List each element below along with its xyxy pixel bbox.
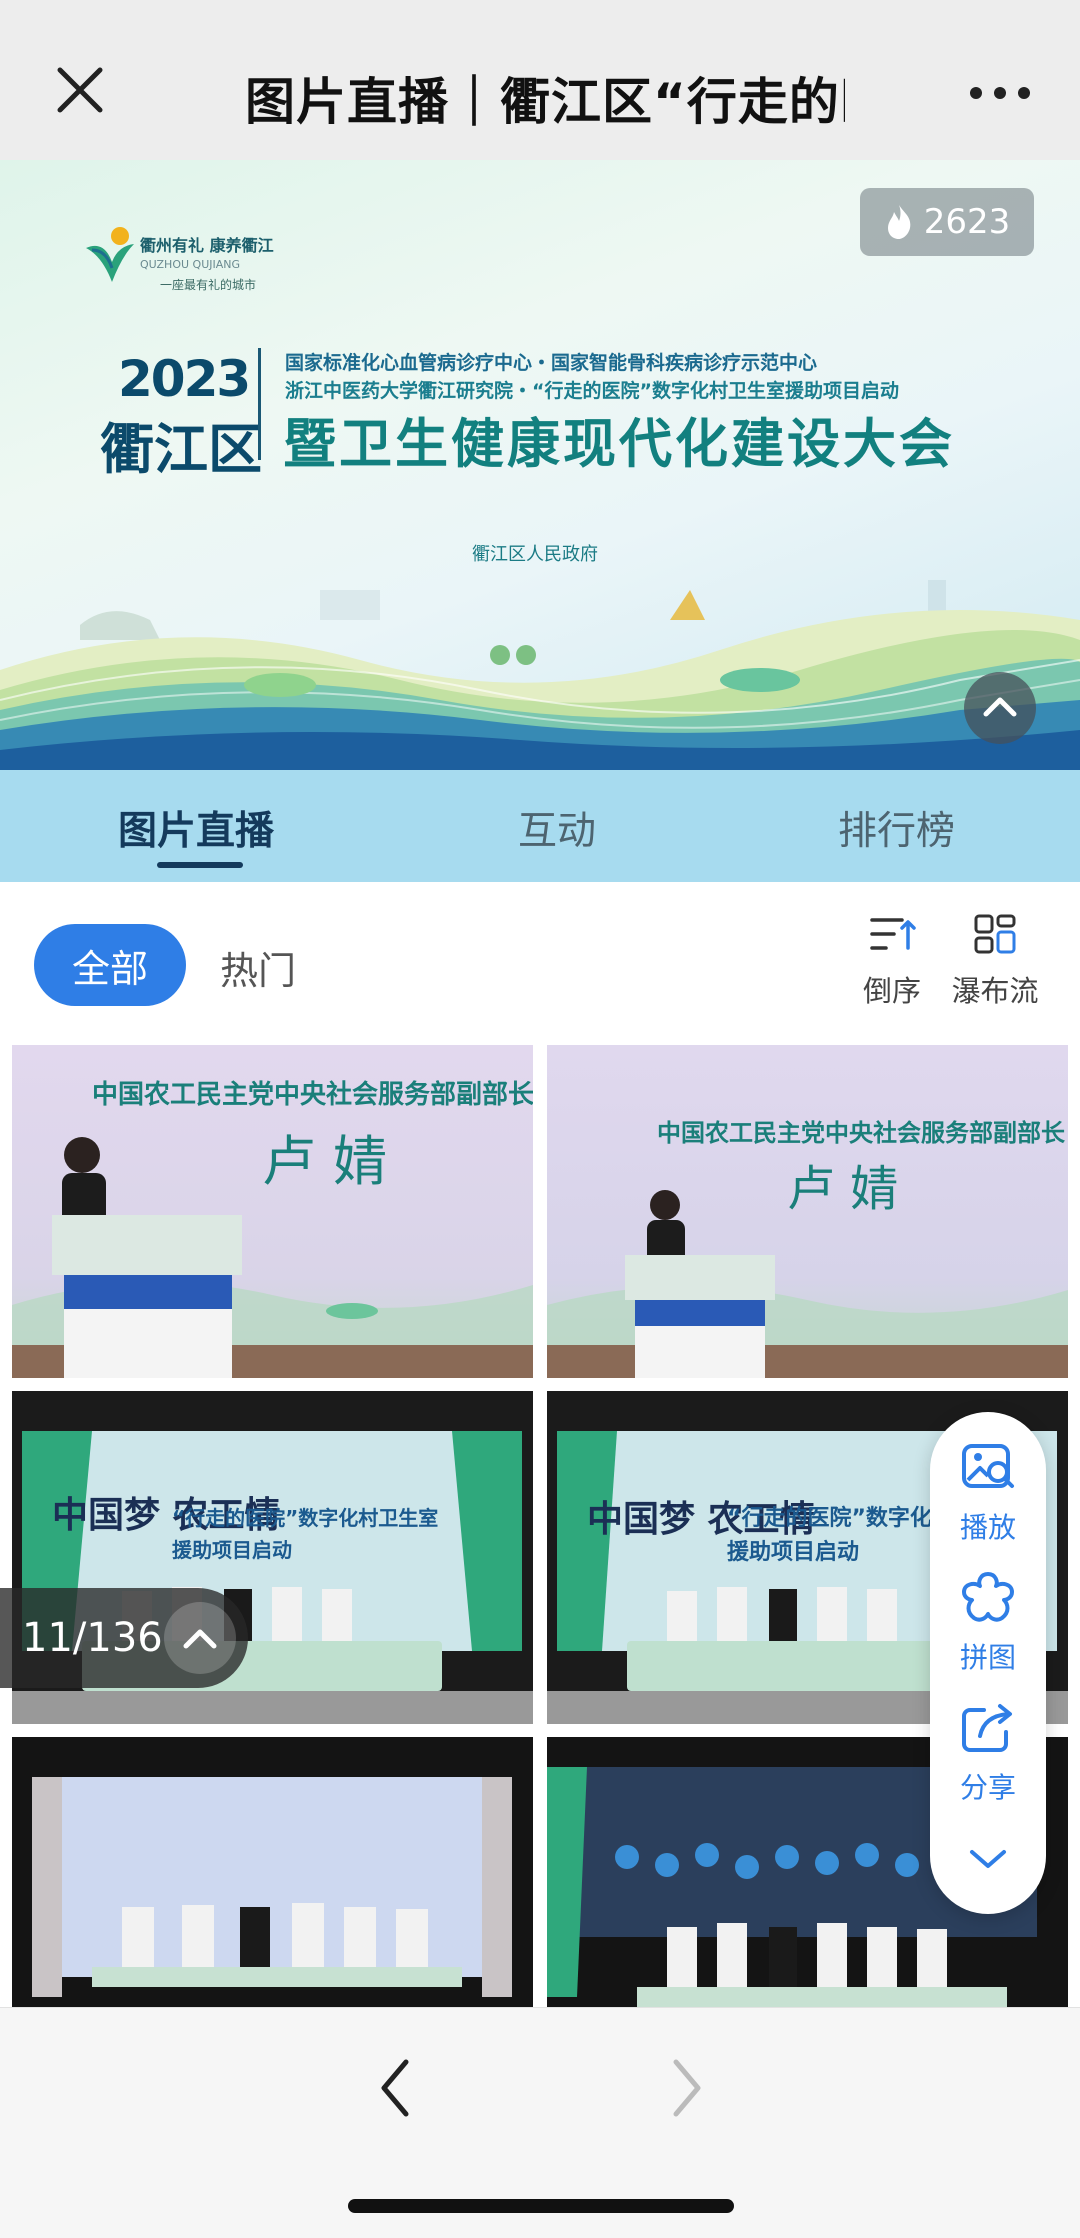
photo-grid: 中国农工民主党中央社会服务部副部长 卢 婧 中国农工民主党中央社会服务部副部长 …	[0, 1042, 1080, 2007]
back-button[interactable]	[370, 2048, 420, 2128]
photo-caption-sub: 援助项目启动	[727, 1539, 859, 1565]
tab-interaction[interactable]: 互动	[518, 800, 596, 856]
main-tabs: 图片直播 互动 排行榜	[0, 770, 1080, 882]
photo-thumbnail[interactable]	[12, 1737, 533, 2007]
collage-label: 拼图	[959, 1641, 1016, 1674]
page-title: 图片直播｜衢江区“行走的医	[245, 73, 845, 131]
sort-reverse-icon	[870, 918, 916, 950]
photo-caption-name: 卢 婧	[262, 1130, 387, 1193]
tab-ranking[interactable]: 排行榜	[838, 800, 955, 856]
active-tab-indicator	[157, 862, 243, 868]
banner-year: 2023	[118, 350, 251, 408]
banner-organizer: 衢江区人民政府	[472, 544, 598, 565]
collapse-toolbar-button[interactable]	[930, 1840, 1046, 1884]
filter-hot-button[interactable]: 热门	[220, 940, 296, 995]
image-search-icon	[962, 1444, 1014, 1488]
photo-caption-title: “行走的医院”数字化村卫生室	[172, 1506, 438, 1530]
collage-button[interactable]: 拼图	[930, 1570, 1046, 1676]
logo-subtext: QUZHOU QUJIANG	[140, 258, 241, 271]
logo-slogan: 一座最有礼的城市	[160, 278, 257, 292]
photo-caption-title: “行走的医院”数字化	[727, 1505, 932, 1531]
banner-divider	[258, 348, 261, 460]
scroll-to-top-button[interactable]	[164, 1602, 236, 1674]
share-icon	[962, 1704, 1012, 1752]
popularity-badge: 2623	[860, 188, 1034, 256]
banner-subtitle-line-2: 浙江中医药大学衢江研究院・“行走的医院”数字化村卫生室援助项目启动	[285, 380, 899, 402]
banner-district: 衢江区	[100, 418, 262, 481]
flame-icon	[887, 205, 911, 239]
banner-subtitle-line-1: 国家标准化心血管病诊疗中心・国家智能骨科疾病诊疗示范中心	[285, 352, 818, 374]
photo-caption-top: 中国农工民主党中央社会服务部副部长	[92, 1079, 533, 1110]
popularity-count: 2623	[923, 202, 1011, 242]
floating-toolbar: 播放 拼图 分享	[930, 1412, 1046, 1914]
banner-headline: 暨卫生健康现代化建设大会	[283, 414, 955, 475]
collapse-banner-button[interactable]	[964, 672, 1036, 744]
chevron-right-icon	[673, 2059, 701, 2117]
chevron-left-icon	[381, 2059, 409, 2117]
share-label: 分享	[959, 1771, 1016, 1804]
close-icon[interactable]	[50, 60, 110, 120]
reverse-order-label: 倒序	[862, 974, 921, 1008]
chevron-up-icon	[983, 697, 1017, 717]
waterfall-view-label: 瀑布流	[951, 974, 1039, 1008]
top-navigation-bar: 图片直播｜衢江区“行走的医	[0, 0, 1080, 160]
chevron-up-icon	[183, 1629, 217, 1649]
more-options-icon[interactable]	[968, 78, 1032, 108]
banner-wave-illustration	[0, 580, 1080, 770]
slideshow-button[interactable]: 播放	[930, 1440, 1046, 1546]
chevron-down-icon	[970, 1850, 1006, 1868]
forward-button[interactable]	[662, 2048, 712, 2128]
tab-photo-live[interactable]: 图片直播	[118, 800, 274, 856]
waterfall-grid-icon	[974, 914, 1016, 954]
filter-all-button[interactable]: 全部	[34, 924, 186, 1006]
photo-counter-text: 11/136	[22, 1615, 163, 1661]
reverse-order-button[interactable]: 倒序	[852, 914, 932, 1024]
event-banner: 衢州有礼 康养衢江 QUZHOU QUJIANG 一座最有礼的城市 2023 衢…	[0, 160, 1080, 770]
photo-caption-name: 卢 婧	[787, 1161, 898, 1217]
photo-thumbnail[interactable]: 中国农工民主党中央社会服务部副部长 卢 婧	[547, 1045, 1068, 1378]
photo-counter: 11/136	[0, 1588, 248, 1688]
share-button[interactable]: 分享	[930, 1700, 1046, 1806]
puzzle-icon	[962, 1572, 1014, 1622]
logo-text: 衢州有礼 康养衢江	[140, 236, 274, 255]
slideshow-label: 播放	[959, 1511, 1016, 1544]
waterfall-view-button[interactable]: 瀑布流	[950, 914, 1040, 1024]
filter-bar: 全部 热门 倒序 瀑布流	[0, 882, 1080, 1042]
photo-caption-sub: 援助项目启动	[172, 1538, 292, 1562]
home-indicator	[348, 2199, 734, 2213]
photo-thumbnail[interactable]: 中国农工民主党中央社会服务部副部长 卢 婧	[12, 1045, 533, 1378]
photo-caption-top: 中国农工民主党中央社会服务部副部长	[657, 1119, 1066, 1147]
